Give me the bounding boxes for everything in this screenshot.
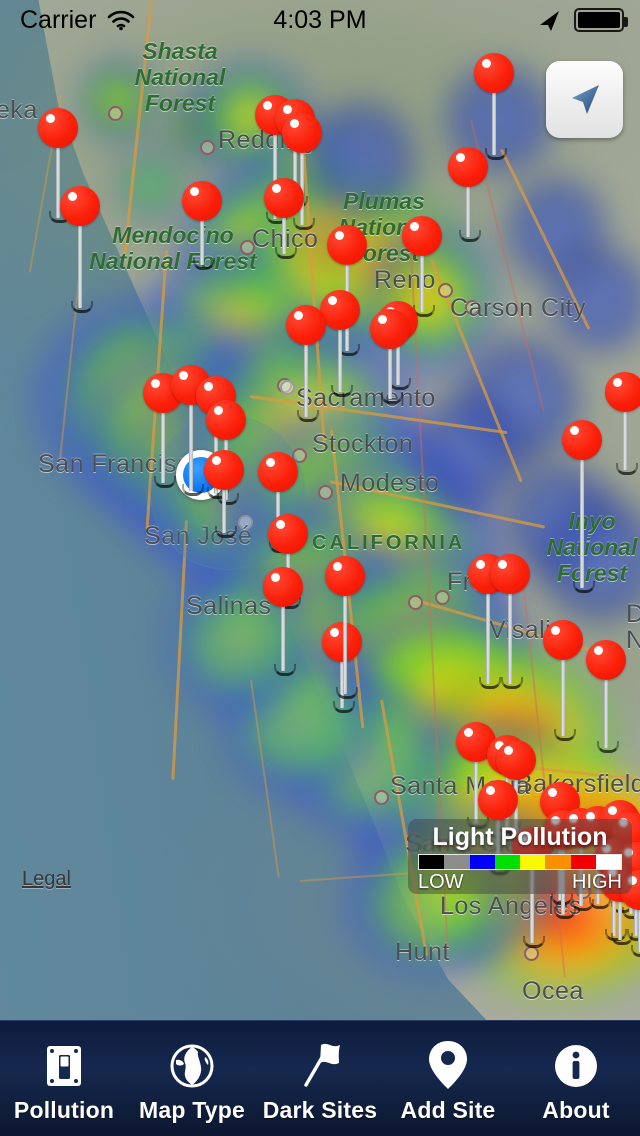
pin-head	[282, 113, 322, 153]
tab-add-site-label: Add Site	[400, 1097, 496, 1123]
pin-head	[448, 147, 488, 187]
map-view[interactable]: Shasta National Forest Mendocino National…	[0, 0, 640, 1020]
site-pin[interactable]	[562, 420, 602, 593]
map-pin-icon	[425, 1039, 471, 1091]
pin-head	[258, 452, 298, 492]
legend-low-label: LOW	[418, 871, 464, 893]
legend-swatch-6	[570, 855, 596, 869]
pin-head	[327, 225, 367, 265]
pin-head	[182, 181, 222, 221]
site-pin[interactable]	[370, 309, 410, 404]
locate-me-button[interactable]	[546, 61, 623, 138]
site-pin[interactable]	[325, 556, 365, 699]
site-pin[interactable]	[320, 290, 360, 397]
site-pin[interactable]	[402, 216, 442, 317]
info-icon	[551, 1039, 601, 1091]
pin-head	[60, 186, 100, 226]
pin-head	[263, 567, 303, 607]
pin-head	[543, 620, 583, 660]
legend-swatch-1	[444, 855, 470, 869]
legend-swatch-4	[520, 855, 546, 869]
pin-head	[586, 640, 626, 680]
pin-head	[38, 108, 78, 148]
pin-head	[474, 53, 514, 93]
pin-head	[490, 554, 530, 594]
legend-swatch-0	[419, 855, 445, 869]
site-pin[interactable]	[490, 554, 530, 689]
pin-head	[370, 309, 410, 349]
legend-swatch-2	[469, 855, 495, 869]
legal-link[interactable]: Legal	[22, 868, 71, 891]
site-pin[interactable]	[543, 620, 583, 741]
legend-high-label: HIGH	[572, 871, 622, 893]
pin-head	[496, 740, 536, 780]
pollution-meter-icon	[39, 1039, 89, 1091]
pin-head	[268, 514, 308, 554]
pin-head	[478, 780, 518, 820]
site-pin[interactable]	[263, 567, 303, 676]
pin-head	[562, 420, 602, 460]
site-pin[interactable]	[182, 181, 222, 270]
flag-icon	[294, 1039, 346, 1091]
pin-head	[320, 290, 360, 330]
site-pin[interactable]	[605, 372, 640, 475]
pin-head	[605, 372, 640, 412]
pin-head	[206, 400, 246, 440]
tab-add-site[interactable]: Add Site	[384, 1021, 512, 1136]
tab-dark-sites-label: Dark Sites	[262, 1097, 378, 1123]
legend-panel: Light Pollution LOW HIGH	[408, 819, 632, 894]
tab-bar[interactable]: Pollution Map Type Dark Sites Add Site About	[0, 1020, 640, 1136]
site-pin[interactable]	[586, 640, 626, 753]
site-pin[interactable]	[474, 53, 514, 160]
legend-swatch-7	[595, 855, 621, 869]
legend-gradient-bar	[418, 854, 622, 870]
legend-scale-labels: LOW HIGH	[418, 871, 622, 894]
legend-swatch-3	[494, 855, 520, 869]
site-pin[interactable]	[286, 305, 326, 422]
tab-map-type-label: Map Type	[139, 1097, 245, 1123]
navigation-arrow-icon	[571, 84, 599, 114]
tab-map-type[interactable]: Map Type	[128, 1021, 256, 1136]
legend-swatch-5	[545, 855, 571, 869]
pin-stick	[573, 440, 595, 593]
tab-dark-sites[interactable]: Dark Sites	[256, 1021, 384, 1136]
tab-pollution-label: Pollution	[13, 1097, 115, 1123]
pin-head	[325, 556, 365, 596]
pin-head	[264, 178, 304, 218]
legend-title: Light Pollution	[432, 823, 608, 851]
globe-icon	[167, 1039, 217, 1091]
pin-head	[286, 305, 326, 345]
tab-about[interactable]: About	[512, 1021, 640, 1136]
tab-pollution[interactable]: Pollution	[0, 1021, 128, 1136]
pin-head	[402, 216, 442, 256]
site-pin[interactable]	[448, 147, 488, 242]
site-pin[interactable]	[264, 178, 304, 259]
site-pin[interactable]	[204, 450, 244, 538]
app-root: Shasta National Forest Mendocino National…	[0, 0, 640, 1136]
pin-head	[204, 450, 244, 490]
tab-about-label: About	[542, 1097, 610, 1123]
site-pin[interactable]	[60, 186, 100, 313]
